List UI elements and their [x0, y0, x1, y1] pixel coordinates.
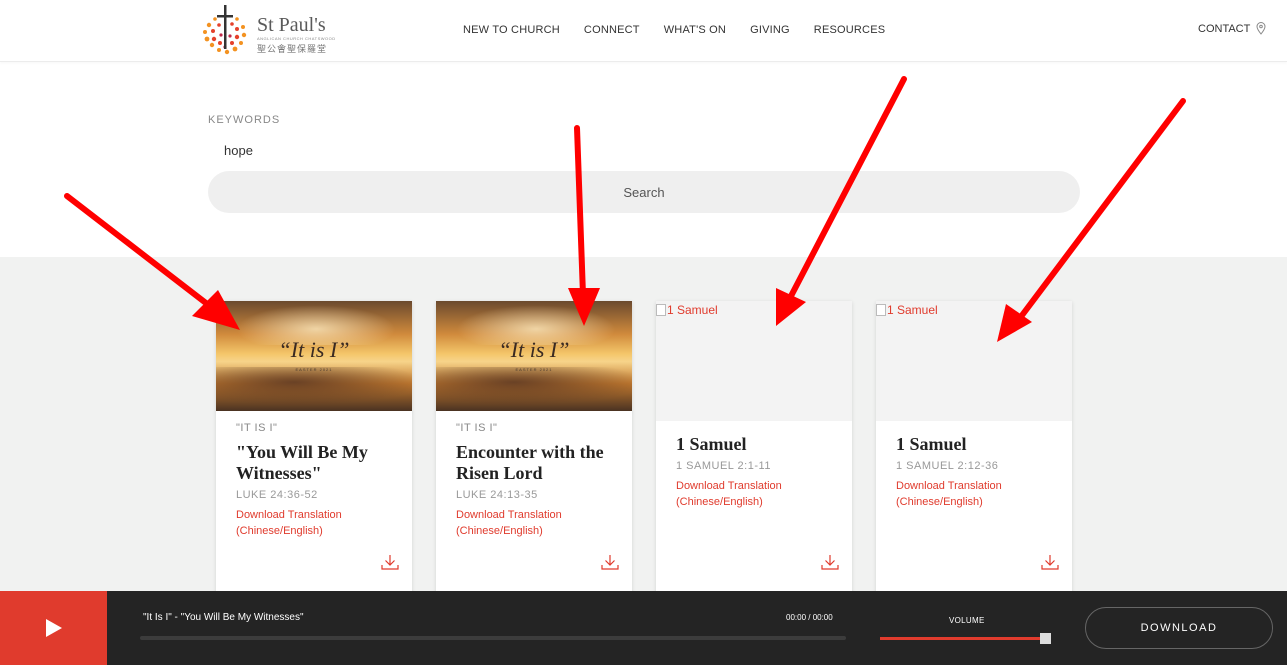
bible-passage: 1 SAMUEL 2:12-36 — [896, 460, 999, 472]
image-alt-label: 1 Samuel — [667, 303, 718, 317]
location-pin-icon — [1256, 22, 1266, 35]
sermon-title[interactable]: 1 Samuel — [676, 434, 832, 455]
time-display: 00:00 / 00:00 — [786, 613, 833, 622]
download-translation-link[interactable]: Download Translation (Chinese/English) — [896, 478, 1036, 510]
image-alt-text: 1 Samuel — [876, 303, 938, 317]
results-section — [0, 257, 1287, 591]
image-subtitle: EASTER 2021 — [295, 367, 333, 372]
image-title: “It is I” — [498, 337, 570, 362]
series-label: "IT IS I" — [236, 422, 278, 434]
sermon-title[interactable]: Encounter with the Risen Lord — [456, 442, 612, 484]
sermon-image[interactable]: “It is I” EASTER 2021 — [436, 301, 632, 411]
download-icon[interactable] — [820, 553, 840, 571]
sermon-title[interactable]: "You Will Be My Witnesses" — [236, 442, 392, 484]
site-header: St Paul's ANGLICAN CHURCH CHATSWOOD 聖公會聖… — [0, 0, 1287, 62]
logo-chinese: 聖公會聖保羅堂 — [257, 44, 328, 54]
download-icon[interactable] — [1040, 553, 1060, 571]
contact-label: CONTACT — [1198, 22, 1251, 35]
main-nav: NEW TO CHURCH CONNECT WHAT'S ON GIVING R… — [463, 24, 885, 36]
broken-image[interactable]: 1 Samuel — [876, 301, 1072, 421]
progress-bar[interactable] — [140, 636, 846, 640]
search-button[interactable]: Search — [208, 171, 1080, 213]
bible-passage: LUKE 24:36-52 — [236, 489, 318, 501]
broken-image-icon — [656, 304, 666, 316]
volume-label: VOLUME — [949, 616, 985, 625]
broken-image[interactable]: 1 Samuel — [656, 301, 852, 421]
sermon-title[interactable]: 1 Samuel — [896, 434, 1052, 455]
logo-subtitle: ANGLICAN CHURCH CHATSWOOD — [257, 36, 336, 41]
sermon-card[interactable]: 1 Samuel 1 Samuel 1 SAMUEL 2:12-36 Downl… — [876, 301, 1072, 601]
download-icon[interactable] — [600, 553, 620, 571]
audio-player: "It Is I" - "You Will Be My Witnesses" 0… — [0, 591, 1287, 665]
broken-image-icon — [876, 304, 886, 316]
download-translation-link[interactable]: Download Translation (Chinese/English) — [676, 478, 816, 510]
nav-whats-on[interactable]: WHAT'S ON — [664, 24, 726, 36]
image-subtitle: EASTER 2021 — [515, 367, 553, 372]
play-icon — [46, 619, 62, 637]
download-button[interactable]: DOWNLOAD — [1085, 607, 1273, 649]
nav-connect[interactable]: CONNECT — [584, 24, 640, 36]
logo-title: St Paul's — [257, 14, 326, 36]
image-alt-text: 1 Samuel — [656, 303, 718, 317]
download-translation-link[interactable]: Download Translation (Chinese/English) — [456, 507, 596, 539]
series-label: "IT IS I" — [456, 422, 498, 434]
nav-giving[interactable]: GIVING — [750, 24, 790, 36]
volume-knob[interactable] — [1040, 633, 1051, 644]
sermon-image[interactable]: “It is I” EASTER 2021 — [216, 301, 412, 411]
track-title: "It Is I" - "You Will Be My Witnesses" — [143, 612, 304, 623]
play-button[interactable] — [0, 591, 107, 665]
nav-new-to-church[interactable]: NEW TO CHURCH — [463, 24, 560, 36]
image-title: “It is I” — [278, 337, 350, 362]
site-logo[interactable]: St Paul's ANGLICAN CHURCH CHATSWOOD 聖公會聖… — [199, 3, 339, 59]
sermon-card[interactable]: 1 Samuel 1 Samuel 1 SAMUEL 2:1-11 Downlo… — [656, 301, 852, 601]
bible-passage: LUKE 24:13-35 — [456, 489, 538, 501]
nav-resources[interactable]: RESOURCES — [814, 24, 885, 36]
image-alt-label: 1 Samuel — [887, 303, 938, 317]
download-translation-link[interactable]: Download Translation (Chinese/English) — [236, 507, 376, 539]
sermon-card[interactable]: “It is I” EASTER 2021 "IT IS I" Encounte… — [436, 301, 632, 601]
contact-link[interactable]: CONTACT — [1198, 22, 1266, 35]
volume-slider[interactable] — [880, 637, 1046, 640]
download-icon[interactable] — [380, 553, 400, 571]
sermon-card[interactable]: “It is I” EASTER 2021 "IT IS I" "You Wil… — [216, 301, 412, 601]
keywords-label: KEYWORDS — [208, 114, 281, 126]
logo-mark-icon — [203, 5, 247, 55]
bible-passage: 1 SAMUEL 2:1-11 — [676, 460, 771, 472]
volume-fill — [880, 637, 1042, 640]
keywords-input[interactable] — [208, 138, 1080, 162]
